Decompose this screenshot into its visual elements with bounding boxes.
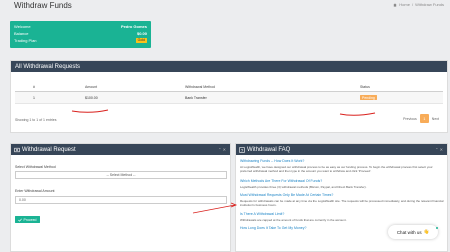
col-method[interactable]: Withdrawal Method xyxy=(185,85,360,89)
balance-label: Balance xyxy=(14,30,29,36)
faq-answer: Requests for withdrawals can be made at … xyxy=(240,199,444,207)
account-summary-card: Welcome Pedro Gomes Balance $0.00 Tradin… xyxy=(10,21,151,48)
online-dot xyxy=(436,227,438,229)
balance-value: $0.00 xyxy=(136,30,147,36)
faq-question[interactable]: Which Methods Are There For Withdrawal O… xyxy=(240,179,322,183)
status-badge: Pending xyxy=(360,94,377,101)
col-status[interactable]: Status xyxy=(360,85,430,89)
plan-label: Trading Plan xyxy=(14,37,37,43)
cell-method: Bank Transfer xyxy=(185,95,207,100)
breadcrumb-separator: / xyxy=(411,2,414,7)
chat-label: Chat with us xyxy=(396,229,422,235)
faq-question[interactable]: Withdrawing Funds -- How Does It Work? xyxy=(240,159,304,163)
plan-badge: Gold xyxy=(135,37,147,43)
table-row: 1 $100.00 Bank Transfer Pending xyxy=(15,92,443,104)
withdrawal-requests-card: All Withdrawal Requests # Amount Withdra… xyxy=(10,60,448,133)
proceed-button[interactable]: Proceed xyxy=(15,216,40,223)
requests-title: All Withdrawal Requests xyxy=(15,63,81,70)
faq-question[interactable]: Must Withdrawal Requests Only Be Made At… xyxy=(240,193,333,197)
collapse-icon[interactable]: ⌃ ✕ xyxy=(435,147,443,152)
request-form-header: Withdrawal Request ⌃ ✕ xyxy=(11,144,230,155)
page-title: Withdraw Funds xyxy=(14,1,72,10)
page-button-1[interactable]: 1 xyxy=(419,114,429,123)
faq-question[interactable]: How Long Does It Take To Get My Money? xyxy=(240,226,306,230)
collapse-icon[interactable]: ⌃ ✕ xyxy=(218,147,226,152)
plan-row: Trading Plan Gold xyxy=(14,37,147,43)
cell-status: Pending xyxy=(360,94,430,101)
amount-label: Enter Withdrawal Amount xyxy=(15,189,55,193)
home-icon xyxy=(393,2,397,7)
table-info: Showing 1 to 1 of 1 entries xyxy=(15,118,57,122)
proceed-label: Proceed xyxy=(23,217,37,222)
pagination: Previous 1 Next xyxy=(403,114,439,123)
faq-answer: LogisWealth provides three (3) withdrawa… xyxy=(240,185,367,189)
method-placeholder: -- Select Method -- xyxy=(106,173,136,177)
balance-row: Balance $0.00 xyxy=(14,30,147,36)
breadcrumb: Home / Withdraw Funds xyxy=(393,2,444,7)
cell-num: 1 xyxy=(33,95,35,100)
faq-answer: At LogisWealth, we have designed our wit… xyxy=(240,165,433,173)
amount-input[interactable]: 0.00 xyxy=(15,196,227,204)
next-button[interactable]: Next xyxy=(432,117,439,121)
request-form-title: Withdrawal Request xyxy=(22,146,76,153)
cell-amount: $100.00 xyxy=(85,95,98,100)
col-num[interactable]: # xyxy=(15,85,85,89)
breadcrumb-current: Withdraw Funds xyxy=(415,2,444,7)
faq-answer: Withdrawals are capped at the amount of … xyxy=(240,218,347,222)
previous-button[interactable]: Previous xyxy=(403,117,417,121)
requests-table: # Amount Withdrawal Method Status 1 $100… xyxy=(15,82,443,104)
welcome-value: Pedro Gomes xyxy=(120,23,147,29)
withdrawal-method-select[interactable]: -- Select Method -- xyxy=(15,171,227,179)
welcome-label: Welcome xyxy=(14,23,31,29)
chat-widget-button[interactable]: Chat with us 👋 xyxy=(388,225,438,239)
svg-text:?: ? xyxy=(241,147,244,152)
check-icon xyxy=(18,218,23,222)
col-amount[interactable]: Amount xyxy=(85,85,185,89)
faq-title: Withdrawal FAQ xyxy=(247,146,291,153)
question-icon: ? xyxy=(239,146,245,152)
money-icon xyxy=(14,147,20,152)
welcome-row: Welcome Pedro Gomes xyxy=(14,23,147,29)
requests-header: All Withdrawal Requests xyxy=(11,61,447,72)
table-header: # Amount Withdrawal Method Status xyxy=(15,82,443,92)
wave-icon: 👋 xyxy=(423,229,430,234)
faq-header: ? Withdrawal FAQ ⌃ ✕ xyxy=(236,144,447,155)
method-label: Select Withdrawal Method xyxy=(15,165,56,169)
withdrawal-request-card: Withdrawal Request ⌃ ✕ Select Withdrawal… xyxy=(10,143,231,252)
amount-value: 0.00 xyxy=(19,198,26,202)
breadcrumb-home[interactable]: Home xyxy=(399,2,410,7)
faq-question[interactable]: Is There A Withdrawal Limit? xyxy=(240,212,284,216)
